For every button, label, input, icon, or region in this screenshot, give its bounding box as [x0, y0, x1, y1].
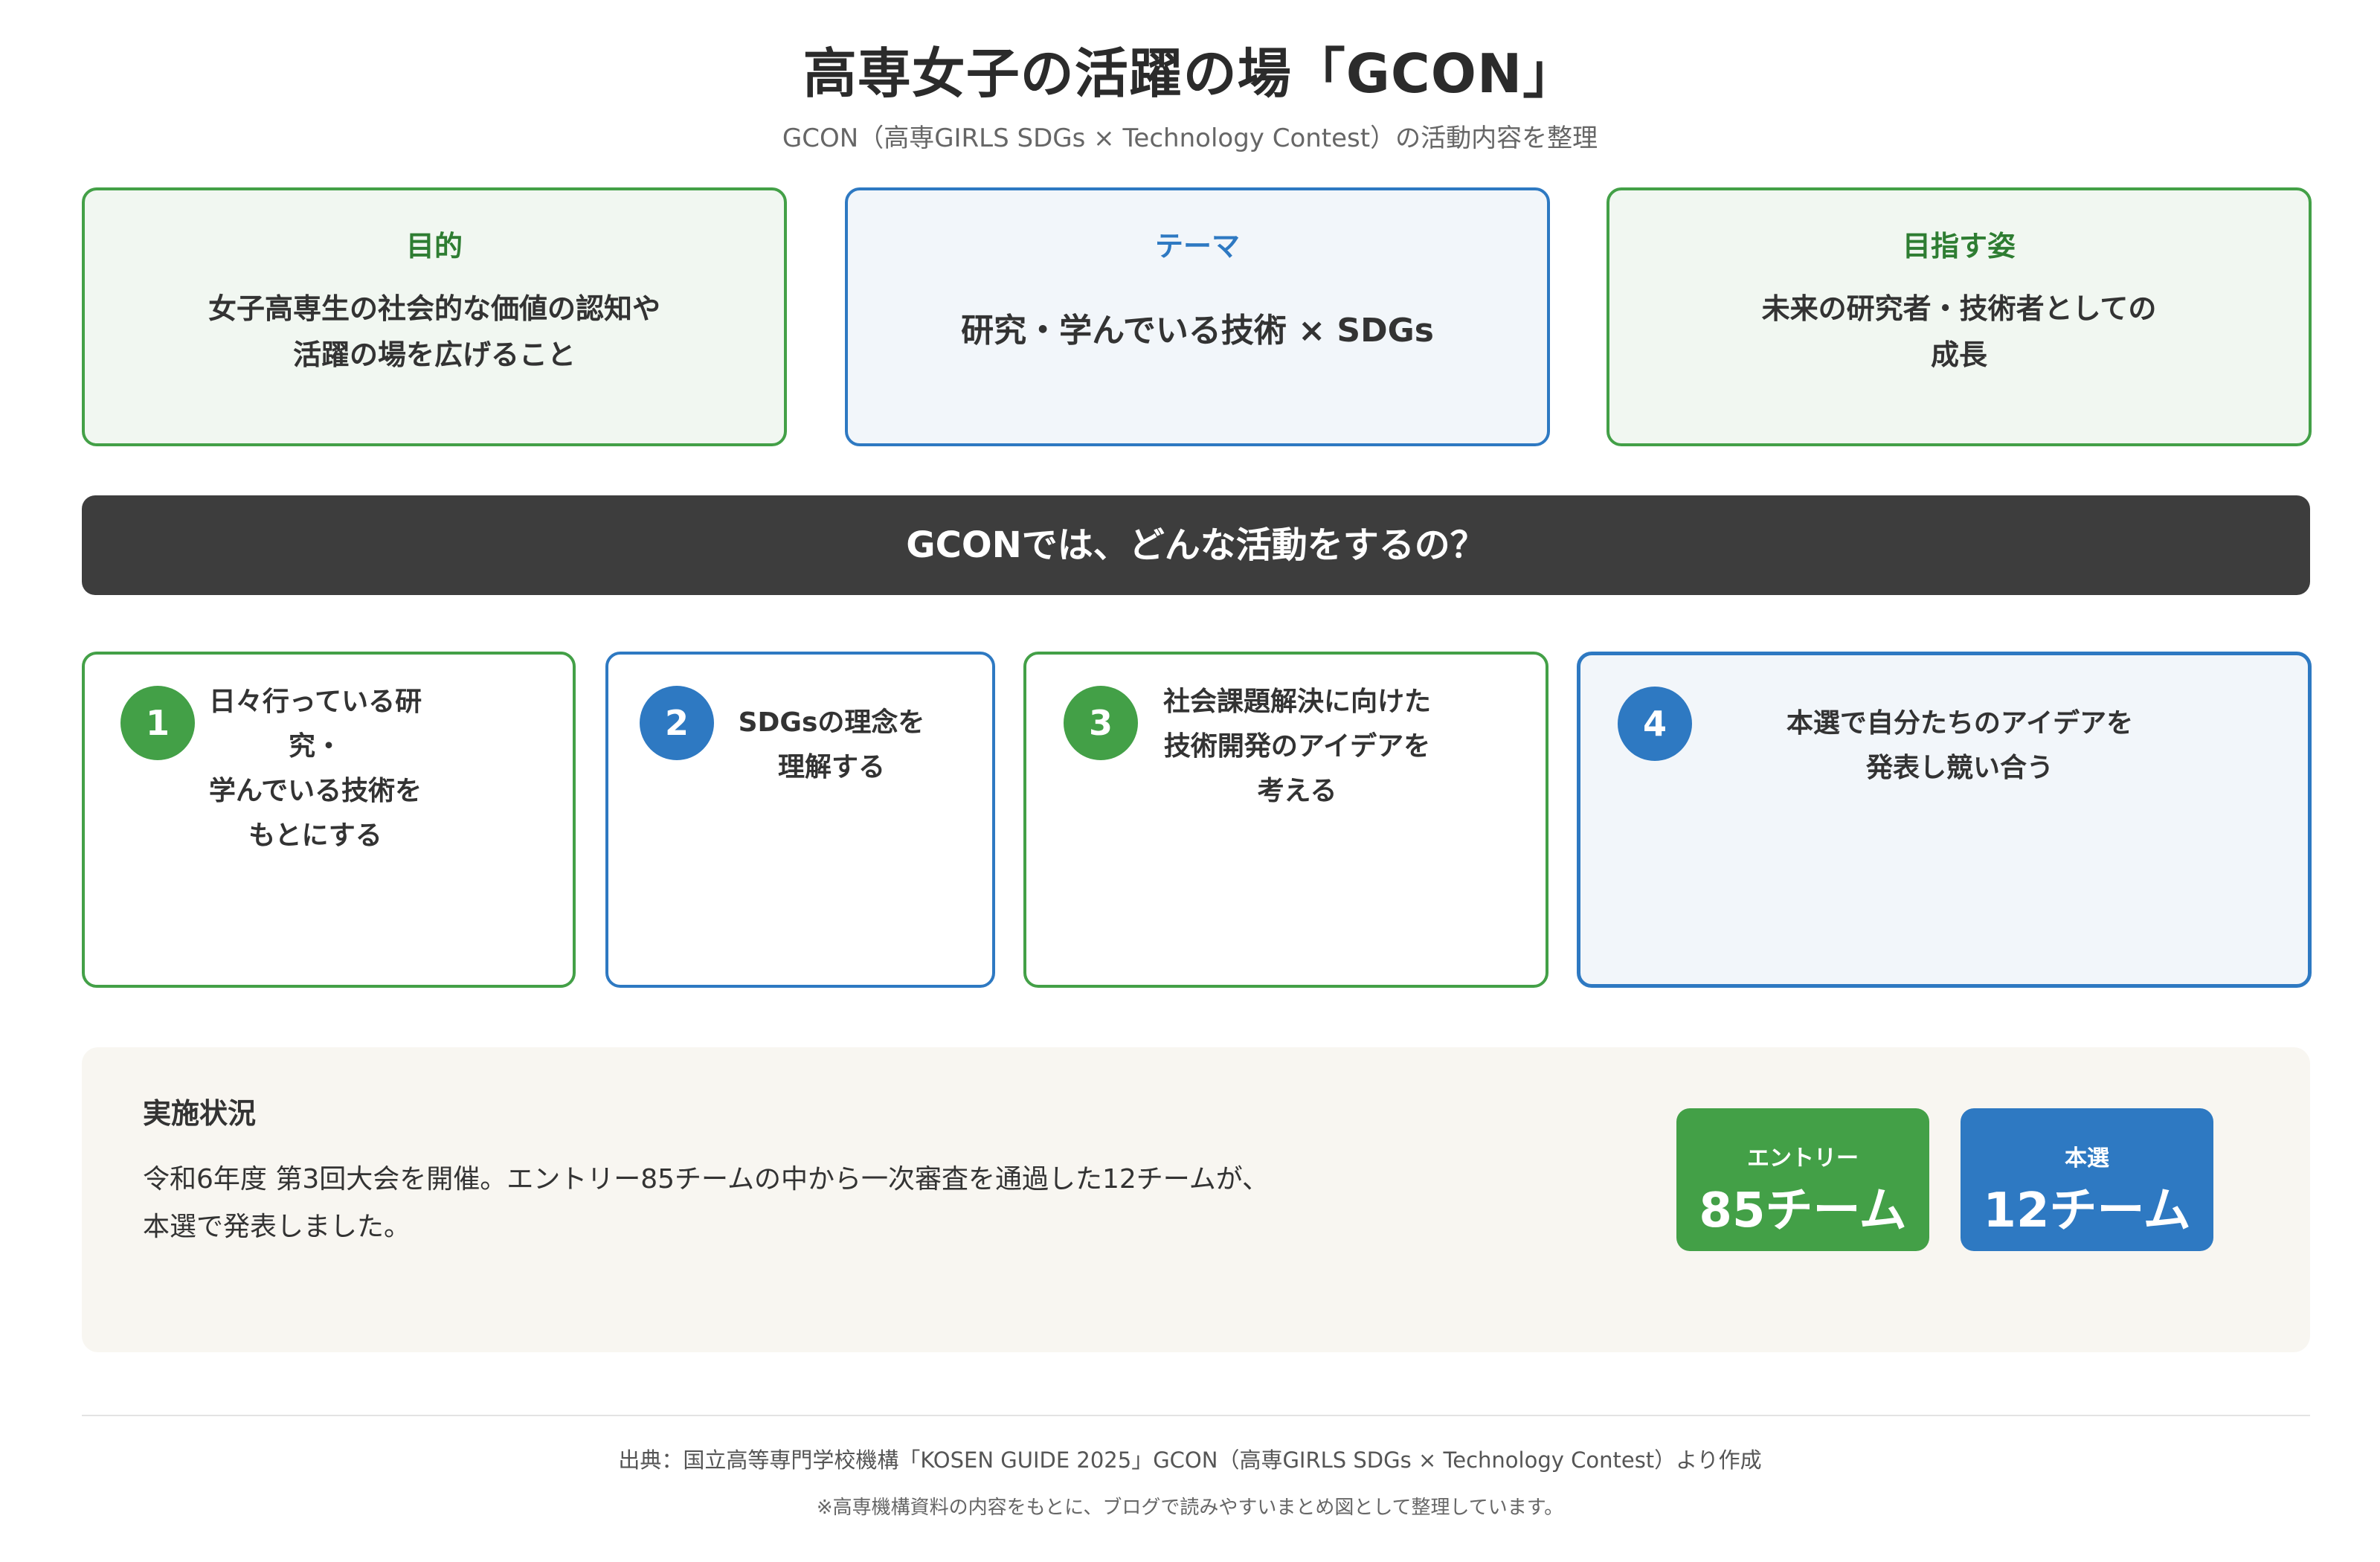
status-panel: 実施状況 令和6年度 第3回大会を開催。エントリー85チームの中から一次審査を通…	[82, 1047, 2310, 1352]
step-card-3: 3 社会課題解決に向けた 技術開発のアイデアを 考える	[1023, 652, 1548, 988]
goal-heading: 目指す姿	[1902, 230, 2016, 263]
goal-line-1: 未来の研究者・技術者としての	[1761, 292, 2157, 325]
status-line-2: 本選で発表しました。	[143, 1212, 411, 1242]
final-stat-badge: 本選 12チーム	[1961, 1108, 2213, 1251]
step-line: 発表し競い合う	[1865, 753, 2053, 783]
footer-note: ※高専機構資料の内容をもとに、ブログで読みやすいまとめ図として整理しています。	[816, 1497, 1564, 1519]
step-line: もとにする	[248, 820, 382, 851]
purpose-heading: 目的	[405, 230, 463, 263]
theme-text: 研究・学んでいる技術 × SDGs	[961, 312, 1434, 350]
activity-banner: GCONでは、どんな活動をするの？	[82, 495, 2310, 595]
step-text: 社会課題解決に向けた 技術開発のアイデアを 考える	[1148, 680, 1446, 814]
step-card-2: 2 SDGsの理念を 理解する	[605, 652, 995, 988]
step-text: SDGsの理念を 理解する	[720, 701, 943, 790]
step-text: 本選で自分たちのアイデアを 発表し競い合う	[1729, 701, 2190, 791]
source-citation: 出典：国立高等専門学校機構「KOSEN GUIDE 2025」GCON（高専GI…	[618, 1447, 1762, 1473]
step-number-badge: 2	[640, 686, 714, 760]
goal-text: 未来の研究者・技術者としての 成長	[1609, 286, 2309, 378]
goal-line-2: 成長	[1930, 338, 1987, 371]
step-card-4: 4 本選で自分たちのアイデアを 発表し競い合う	[1577, 652, 2312, 988]
step-line: 社会課題解決に向けた	[1162, 687, 1431, 717]
theme-heading: テーマ	[1154, 230, 1240, 263]
step-line: 日々行っている研究・	[208, 687, 422, 762]
final-stat-label: 本選	[2065, 1145, 2109, 1172]
status-line-1: 令和6年度 第3回大会を開催。エントリー85チームの中から一次審査を通過した12…	[143, 1164, 1269, 1195]
status-heading: 実施状況	[143, 1097, 257, 1130]
step-line: 考える	[1257, 776, 1337, 806]
step-line: 本選で自分たちのアイデアを	[1786, 708, 2134, 739]
entry-stat-value: 85チーム	[1699, 1183, 1907, 1238]
page-title: 高専女子の活躍の場「GCON」	[803, 42, 1577, 105]
step-line: SDGsの理念を	[738, 707, 925, 738]
step-line: 理解する	[777, 752, 885, 782]
step-text: 日々行っている研究・ 学んでいる技術を もとにする	[189, 680, 442, 858]
status-description: 令和6年度 第3回大会を開催。エントリー85チームの中から一次審査を通過した12…	[143, 1156, 1407, 1251]
step-number-badge: 4	[1618, 687, 1692, 761]
entry-stat-label: エントリー	[1747, 1145, 1859, 1172]
purpose-line-2: 活躍の場を広げること	[292, 338, 576, 371]
footer-divider	[82, 1415, 2310, 1416]
step-number-badge: 3	[1064, 686, 1138, 760]
goal-card: 目指す姿 未来の研究者・技術者としての 成長	[1606, 187, 2312, 446]
page-subtitle: GCON（高専GIRLS SDGs × Technology Contest）の…	[782, 123, 1598, 153]
theme-card: テーマ 研究・学んでいる技術 × SDGs	[845, 187, 1550, 446]
step-number-badge: 1	[120, 686, 195, 760]
step-line: 学んでいる技術を	[208, 776, 422, 806]
step-card-1: 1 日々行っている研究・ 学んでいる技術を もとにする	[82, 652, 576, 988]
final-stat-value: 12チーム	[1983, 1183, 2191, 1238]
purpose-line-1: 女子高専生の社会的な価値の認知や	[208, 292, 660, 325]
purpose-card: 目的 女子高専生の社会的な価値の認知や 活躍の場を広げること	[82, 187, 787, 446]
step-line: 技術開発のアイデアを	[1163, 731, 1431, 762]
entry-stat-badge: エントリー 85チーム	[1676, 1108, 1929, 1251]
purpose-text: 女子高専生の社会的な価値の認知や 活躍の場を広げること	[85, 286, 784, 378]
